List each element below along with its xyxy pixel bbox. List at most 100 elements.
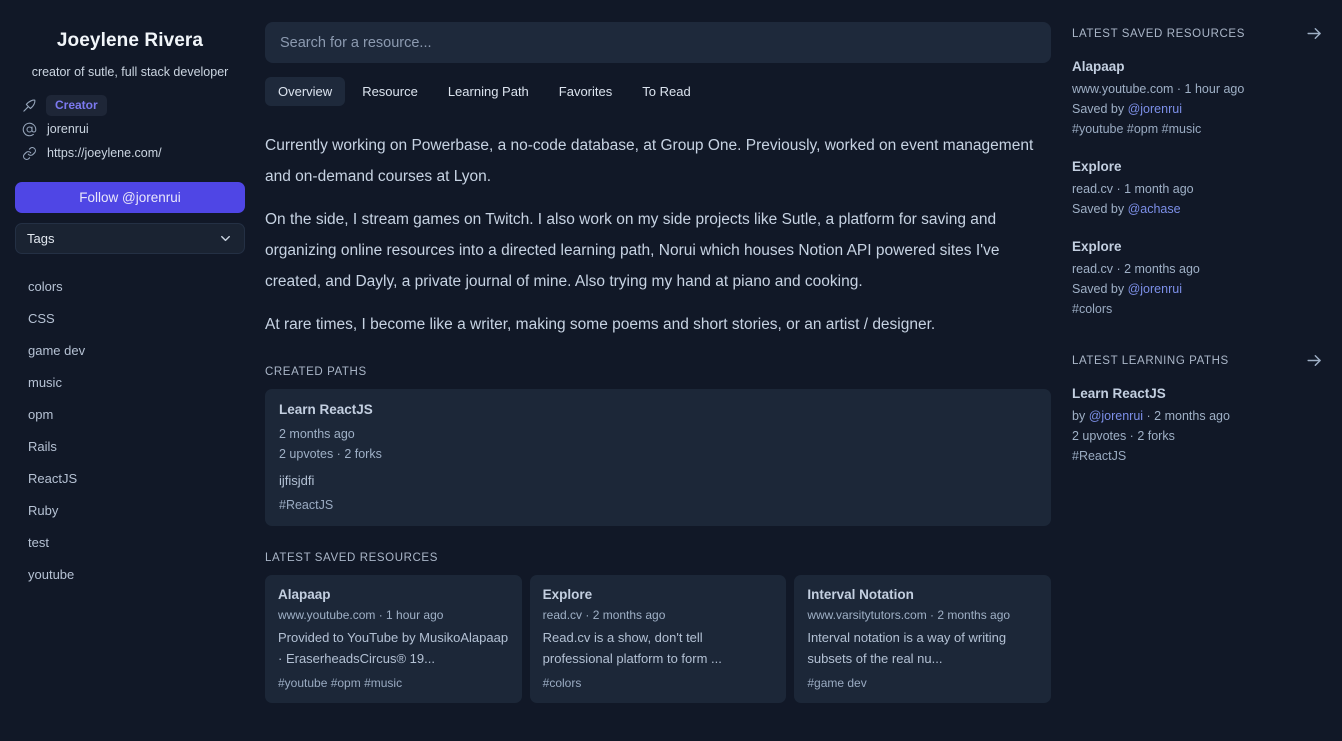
- by-label: by: [1072, 409, 1089, 423]
- resource-meta: www.varsitytutors.com · 2 months ago: [807, 608, 1038, 622]
- profile-meta-list: Creator jorenrui https: [15, 93, 245, 165]
- by-user[interactable]: @jorenrui: [1089, 409, 1143, 423]
- saved-resource-tags: #youtube #opm #music: [1072, 119, 1324, 139]
- created-paths-heading: CREATED PATHS: [265, 366, 1040, 378]
- follow-button[interactable]: Follow @jorenrui: [15, 182, 245, 213]
- card-tags: #ReactJS: [279, 498, 1037, 512]
- profile-tagline: creator of sutle, full stack developer: [15, 65, 245, 79]
- tag-item[interactable]: opm: [15, 399, 245, 431]
- saved-resource-saved-by: Saved by @jorenrui: [1072, 99, 1324, 119]
- status-badge: Creator: [46, 95, 107, 116]
- resource-tags: #youtube #opm #music: [278, 676, 509, 690]
- profile-website-row[interactable]: https://joeylene.com/: [15, 141, 245, 165]
- chevron-down-icon: [218, 231, 233, 246]
- resource-meta: read.cv · 2 months ago: [543, 608, 774, 622]
- saved-by-label: Saved by: [1072, 282, 1128, 296]
- resource-title: Alapaap: [278, 587, 509, 602]
- tab-learning-path[interactable]: Learning Path: [435, 77, 542, 106]
- saved-resource-title: Alapaap: [1072, 59, 1324, 74]
- saved-resource-item[interactable]: Explore read.cv · 1 month ago Saved by @…: [1072, 159, 1324, 219]
- saved-resource-saved-by: Saved by @achase: [1072, 199, 1324, 219]
- resource-card[interactable]: Explore read.cv · 2 months ago Read.cv i…: [530, 575, 787, 703]
- saved-resource-saved-by: Saved by @jorenrui: [1072, 279, 1324, 299]
- tags-dropdown[interactable]: Tags: [15, 223, 245, 254]
- saved-resource-meta: www.youtube.com · 1 hour ago: [1072, 79, 1324, 99]
- page-title: Joeylene Rivera: [15, 30, 245, 52]
- saved-resource-title: Explore: [1072, 239, 1324, 254]
- tag-item[interactable]: CSS: [15, 303, 245, 335]
- resource-card[interactable]: Alapaap www.youtube.com · 1 hour ago Pro…: [265, 575, 522, 703]
- card-title: Learn ReactJS: [279, 402, 1037, 417]
- saved-resources-heading: LATEST SAVED RESOURCES: [1072, 28, 1245, 40]
- tag-item[interactable]: test: [15, 527, 245, 559]
- right-sidebar: LATEST SAVED RESOURCES Alapaap www.youtu…: [1060, 0, 1342, 741]
- search-input[interactable]: [265, 22, 1051, 63]
- learning-path-title: Learn ReactJS: [1072, 386, 1324, 401]
- tag-item[interactable]: ReactJS: [15, 463, 245, 495]
- saved-resource-meta: read.cv · 1 month ago: [1072, 179, 1324, 199]
- resource-card-grid: Alapaap www.youtube.com · 1 hour ago Pro…: [265, 575, 1051, 703]
- resource-meta: www.youtube.com · 1 hour ago: [278, 608, 509, 622]
- resource-card[interactable]: Interval Notation www.varsitytutors.com …: [794, 575, 1051, 703]
- by-date: · 2 months ago: [1143, 409, 1230, 423]
- tag-item[interactable]: Rails: [15, 431, 245, 463]
- left-sidebar: Joeylene Rivera creator of sutle, full s…: [0, 0, 260, 741]
- profile-website-link[interactable]: https://joeylene.com/: [43, 146, 162, 160]
- saved-by-user[interactable]: @achase: [1128, 202, 1181, 216]
- resource-description: Read.cv is a show, don't tell profession…: [543, 627, 774, 669]
- tab-resource[interactable]: Resource: [349, 77, 431, 106]
- tag-item[interactable]: music: [15, 367, 245, 399]
- arrow-right-icon[interactable]: [1305, 351, 1324, 370]
- learning-paths-header: LATEST LEARNING PATHS: [1072, 351, 1324, 370]
- resource-title: Interval Notation: [807, 587, 1038, 602]
- saved-resource-item[interactable]: Explore read.cv · 2 months ago Saved by …: [1072, 239, 1324, 319]
- learning-paths-heading: LATEST LEARNING PATHS: [1072, 355, 1229, 367]
- saved-resources-header: LATEST SAVED RESOURCES: [1072, 24, 1324, 43]
- learning-path-item[interactable]: Learn ReactJS by @jorenrui · 2 months ag…: [1072, 386, 1324, 466]
- bio-paragraph: Currently working on Powerbase, a no-cod…: [265, 130, 1051, 192]
- tag-item[interactable]: youtube: [15, 559, 245, 591]
- saved-resource-tags: #colors: [1072, 299, 1324, 319]
- saved-by-label: Saved by: [1072, 202, 1128, 216]
- tag-item[interactable]: game dev: [15, 335, 245, 367]
- card-stats: 2 upvotes · 2 forks: [279, 444, 1037, 464]
- tag-item[interactable]: Ruby: [15, 495, 245, 527]
- tab-overview[interactable]: Overview: [265, 77, 345, 106]
- rocket-icon: [22, 98, 43, 113]
- resource-description: Interval notation is a way of writing su…: [807, 627, 1038, 669]
- arrow-right-icon[interactable]: [1305, 24, 1324, 43]
- app-root: Joeylene Rivera creator of sutle, full s…: [0, 0, 1342, 741]
- bio-paragraph: On the side, I stream games on Twitch. I…: [265, 204, 1051, 297]
- tag-list: colors CSS game dev music opm Rails Reac…: [15, 271, 245, 591]
- tab-bar: Overview Resource Learning Path Favorite…: [265, 77, 1040, 106]
- tags-dropdown-label: Tags: [27, 231, 54, 246]
- profile-handle-row: jorenrui: [15, 117, 245, 141]
- card-description: ijfisjdfi: [279, 471, 1037, 491]
- saved-by-label: Saved by: [1072, 102, 1128, 116]
- tab-to-read[interactable]: To Read: [629, 77, 703, 106]
- resource-tags: #game dev: [807, 676, 1038, 690]
- profile-role-row: Creator: [15, 93, 245, 117]
- learning-path-author: by @jorenrui · 2 months ago: [1072, 406, 1324, 426]
- resource-tags: #colors: [543, 676, 774, 690]
- profile-handle: jorenrui: [43, 122, 89, 136]
- card-date: 2 months ago: [279, 424, 1037, 444]
- learning-path-stats: 2 upvotes · 2 forks: [1072, 426, 1324, 446]
- created-path-card[interactable]: Learn ReactJS 2 months ago 2 upvotes · 2…: [265, 389, 1051, 526]
- tab-favorites[interactable]: Favorites: [546, 77, 625, 106]
- tag-item[interactable]: colors: [15, 271, 245, 303]
- at-sign-icon: [22, 122, 43, 137]
- saved-by-user[interactable]: @jorenrui: [1128, 102, 1182, 116]
- saved-by-user[interactable]: @jorenrui: [1128, 282, 1182, 296]
- link-icon: [22, 146, 43, 161]
- latest-saved-resources-heading: LATEST SAVED RESOURCES: [265, 552, 1040, 564]
- saved-resource-title: Explore: [1072, 159, 1324, 174]
- resource-description: Provided to YouTube by MusikoAlapaap · E…: [278, 627, 509, 669]
- bio-paragraph: At rare times, I become like a writer, m…: [265, 309, 1051, 340]
- main-content: Overview Resource Learning Path Favorite…: [260, 0, 1060, 741]
- learning-path-tags: #ReactJS: [1072, 446, 1324, 466]
- saved-resource-meta: read.cv · 2 months ago: [1072, 259, 1324, 279]
- saved-resource-item[interactable]: Alapaap www.youtube.com · 1 hour ago Sav…: [1072, 59, 1324, 139]
- resource-title: Explore: [543, 587, 774, 602]
- profile-bio: Currently working on Powerbase, a no-cod…: [265, 130, 1051, 340]
